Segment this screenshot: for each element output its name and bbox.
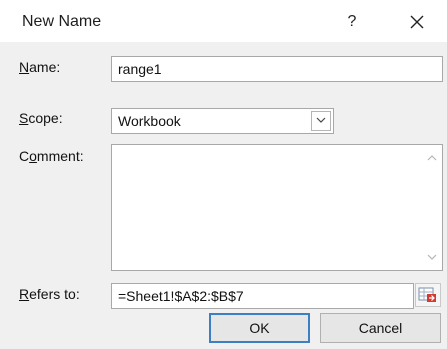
collapse-dialog-icon [418, 287, 436, 302]
new-name-dialog: New Name ? Name: range1 Scope: Workbook … [0, 0, 447, 349]
comment-label: Comment: [19, 148, 84, 164]
ok-button[interactable]: OK [209, 313, 310, 343]
close-icon [410, 15, 424, 29]
name-input[interactable]: range1 [111, 56, 443, 82]
scope-label: Scope: [19, 110, 63, 126]
refers-to-label: Refers to: [19, 286, 80, 302]
help-button[interactable]: ? [338, 9, 366, 35]
cancel-button[interactable]: Cancel [320, 313, 441, 343]
name-label: Name: [19, 59, 61, 75]
close-button[interactable] [402, 8, 432, 36]
chevron-down-icon [316, 117, 326, 123]
refers-to-input[interactable]: =Sheet1!$A$2:$B$7 [111, 283, 414, 309]
scope-value: Workbook [118, 113, 181, 129]
dialog-title: New Name [22, 13, 102, 30]
range-picker-button[interactable] [415, 283, 441, 307]
comment-textarea[interactable] [111, 144, 443, 271]
title-bar[interactable]: New Name ? [0, 0, 447, 42]
scope-select[interactable]: Workbook [111, 108, 334, 134]
scroll-up-arrow-icon[interactable] [426, 153, 438, 163]
scope-dropdown-button[interactable] [311, 111, 331, 131]
scroll-down-arrow-icon[interactable] [426, 252, 438, 262]
